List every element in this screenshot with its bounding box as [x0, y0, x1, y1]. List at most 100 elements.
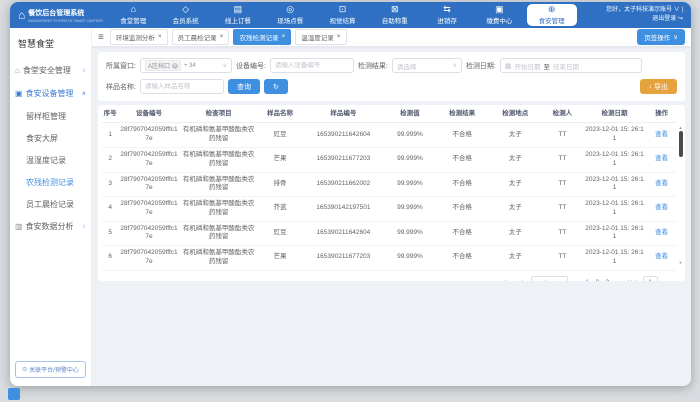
sidebar-submenu-item[interactable]: 食安大屏	[10, 127, 91, 149]
nav-item-label: 缴费中心	[486, 15, 512, 25]
scroll-up-icon[interactable]: ▲	[678, 125, 683, 130]
selected-window-tag: A区档口 ×	[145, 60, 181, 71]
sidebar-group-foodsafety-devices[interactable]: ▣ 食安设备管理 ∧	[10, 82, 91, 105]
next-page-button[interactable]: ›	[617, 279, 621, 281]
onsite-order-icon: ◎	[286, 5, 294, 14]
page-number[interactable]: 2	[592, 278, 602, 281]
page-number[interactable]: 1	[582, 278, 592, 281]
cell-index: 6	[102, 246, 118, 271]
nav-item[interactable]: ▤ 线上订餐	[213, 4, 263, 26]
nav-item[interactable]: ⌂ 食堂管理	[108, 4, 158, 26]
view-link[interactable]: 查看	[655, 131, 668, 138]
page-tab[interactable]: 温湿度记录 ×	[295, 29, 346, 45]
column-header: 检查项目	[180, 106, 258, 123]
open-tabs: 环境监测分析 × 员工晨检记录 × 农残检测记录 ×	[110, 29, 347, 45]
cell-sample-number: 165390211662002	[303, 172, 385, 197]
chevron-down-icon: ∨	[673, 33, 678, 41]
taskbar-app-icon[interactable]	[8, 388, 20, 400]
cell-device-number: 28f7907042059fffc17e	[118, 147, 179, 172]
refresh-button[interactable]: ↻	[264, 79, 288, 94]
close-icon[interactable]: ×	[158, 34, 162, 40]
cell-detect-date: 2023-12-01 15: 26:11	[583, 246, 646, 271]
close-icon[interactable]: ×	[337, 34, 341, 40]
result-select[interactable]: 请选择 ∨	[392, 58, 462, 73]
view-link[interactable]: 查看	[655, 204, 668, 211]
sidebar-submenu-item[interactable]: 农残检测记录	[10, 171, 91, 193]
close-icon[interactable]: ×	[220, 34, 224, 40]
close-icon[interactable]: ×	[281, 34, 285, 40]
chevron-down-icon: ∨	[223, 62, 227, 69]
page-number[interactable]: 3	[602, 278, 612, 281]
nav-item[interactable]: ⊕ 食安管理	[527, 4, 577, 26]
column-header: 样品编号	[303, 106, 385, 123]
cell-device-number: 28f7907042059fffc17e	[118, 221, 179, 246]
column-header: 检测地点	[489, 106, 542, 123]
date-range-picker[interactable]: ▦ 开始日期 至 结束日期	[500, 58, 642, 73]
device-number-input[interactable]	[275, 62, 349, 69]
sidebar-group-canteen-safety[interactable]: ⌂ 食堂安全管理 ∨	[10, 59, 91, 82]
scrollbar-thumb[interactable]	[679, 131, 683, 157]
cell-sample-name: 豇豆	[257, 123, 302, 148]
nav-item[interactable]: ◎ 现场点餐	[265, 4, 315, 26]
sidebar-group-label: 食安设备管理	[26, 88, 74, 99]
view-link[interactable]: 查看	[655, 155, 668, 162]
self-weighing-icon: ⊠	[391, 5, 399, 14]
sidebar-submenu-item[interactable]: 员工晨检记录	[10, 193, 91, 215]
sidebar-submenu: 留样柜管理 食安大屏 温湿度记录 农残检测记录 员工晨检	[10, 105, 91, 215]
cell-inspector: TT	[542, 123, 583, 148]
scroll-down-icon[interactable]: ▼	[678, 260, 683, 265]
user-account-menu[interactable]: 您好，太子科技演示账号 ∨ | 退出登录 ↪	[579, 6, 683, 24]
result-filter-label: 检测结果:	[358, 61, 388, 71]
home-icon: ⌂	[15, 66, 20, 75]
prev-page-button[interactable]: ‹	[573, 279, 577, 281]
nav-item[interactable]: ▣ 缴费中心	[474, 4, 524, 26]
page-tab[interactable]: 农残检测记录 ×	[233, 29, 291, 45]
linked-platform-button[interactable]: ⊙ 关联平台/预警中心	[15, 361, 86, 378]
cell-index: 4	[102, 197, 118, 222]
nav-item[interactable]: ⇆ 进销存	[422, 4, 472, 26]
app-window: ⌂ 餐饮后台管理系统 MANAGEMENT SYSTEM OF SMART CA…	[10, 2, 691, 386]
tag-close-icon[interactable]: ×	[172, 63, 178, 69]
sidebar-submenu-item[interactable]: 留样柜管理	[10, 105, 91, 127]
window-filter-label: 所属窗口:	[106, 61, 136, 71]
pagination: 共 30 条 10条/页 ∨ ‹ 1	[102, 271, 677, 281]
chevron-down-icon: ∨	[452, 62, 456, 69]
cell-action: 查看	[646, 147, 677, 172]
nav-item-label: 自助称重	[382, 15, 408, 25]
nav-item[interactable]: ⊠ 自助称重	[370, 4, 420, 26]
cell-check-project: 有机磷和氨基甲酸酯类农药残留	[180, 147, 258, 172]
view-link[interactable]: 查看	[655, 253, 668, 260]
cell-sample-name: 芥蓝	[257, 197, 302, 222]
export-button[interactable]: ↓ 导出	[640, 79, 678, 94]
cell-detect-location: 太子	[489, 221, 542, 246]
page-tab[interactable]: 员工晨检记录 ×	[172, 29, 230, 45]
nav-item[interactable]: ◇ 会员系统	[161, 4, 211, 26]
view-link[interactable]: 查看	[655, 180, 668, 187]
cell-inspector: TT	[542, 147, 583, 172]
sidebar-group-label: 食安数据分析	[26, 221, 74, 232]
page-tab[interactable]: 环境监测分析 ×	[110, 29, 168, 45]
cell-detect-date: 2023-12-01 15: 26:11	[583, 123, 646, 148]
window-multiselect[interactable]: A区档口 × + 34 ∨	[140, 58, 232, 73]
tab-actions-button[interactable]: 页签操作 ∨	[637, 29, 685, 45]
goto-page-input[interactable]	[643, 276, 658, 281]
collapse-menu-icon[interactable]: ≡	[98, 32, 104, 43]
page-size-select[interactable]: 10条/页 ∨	[531, 276, 568, 281]
view-link[interactable]: 查看	[655, 229, 668, 236]
cell-action: 查看	[646, 123, 677, 148]
search-button[interactable]: 查询	[228, 79, 260, 94]
sidebar-group-data-analysis[interactable]: ▥ 食安数据分析 ∨	[10, 215, 91, 238]
cell-device-number: 28f7907042059fffc17e	[118, 123, 179, 148]
cell-sample-number: 165390142197501	[303, 197, 385, 222]
sample-name-input[interactable]	[145, 83, 219, 90]
cell-inspector: TT	[542, 221, 583, 246]
table-body: 1 28f7907042059fffc17e 有机磷和氨基甲酸酯类农药残留 豇豆…	[102, 123, 677, 270]
sidebar-submenu-item[interactable]: 温湿度记录	[10, 149, 91, 171]
table-row: 4 28f7907042059fffc17e 有机磷和氨基甲酸酯类农药残留 芥蓝…	[102, 197, 677, 222]
column-header: 设备编号	[118, 106, 179, 123]
logout-link[interactable]: 退出登录	[652, 16, 676, 22]
table-scrollbar[interactable]: ▲ ▼	[678, 125, 683, 265]
table-row: 5 28f7907042059fffc17e 有机磷和氨基甲酸酯类农药残留 豇豆…	[102, 221, 677, 246]
nav-item[interactable]: ⊡ 视觉结算	[317, 4, 367, 26]
cell-sample-name: 芒果	[257, 246, 302, 271]
